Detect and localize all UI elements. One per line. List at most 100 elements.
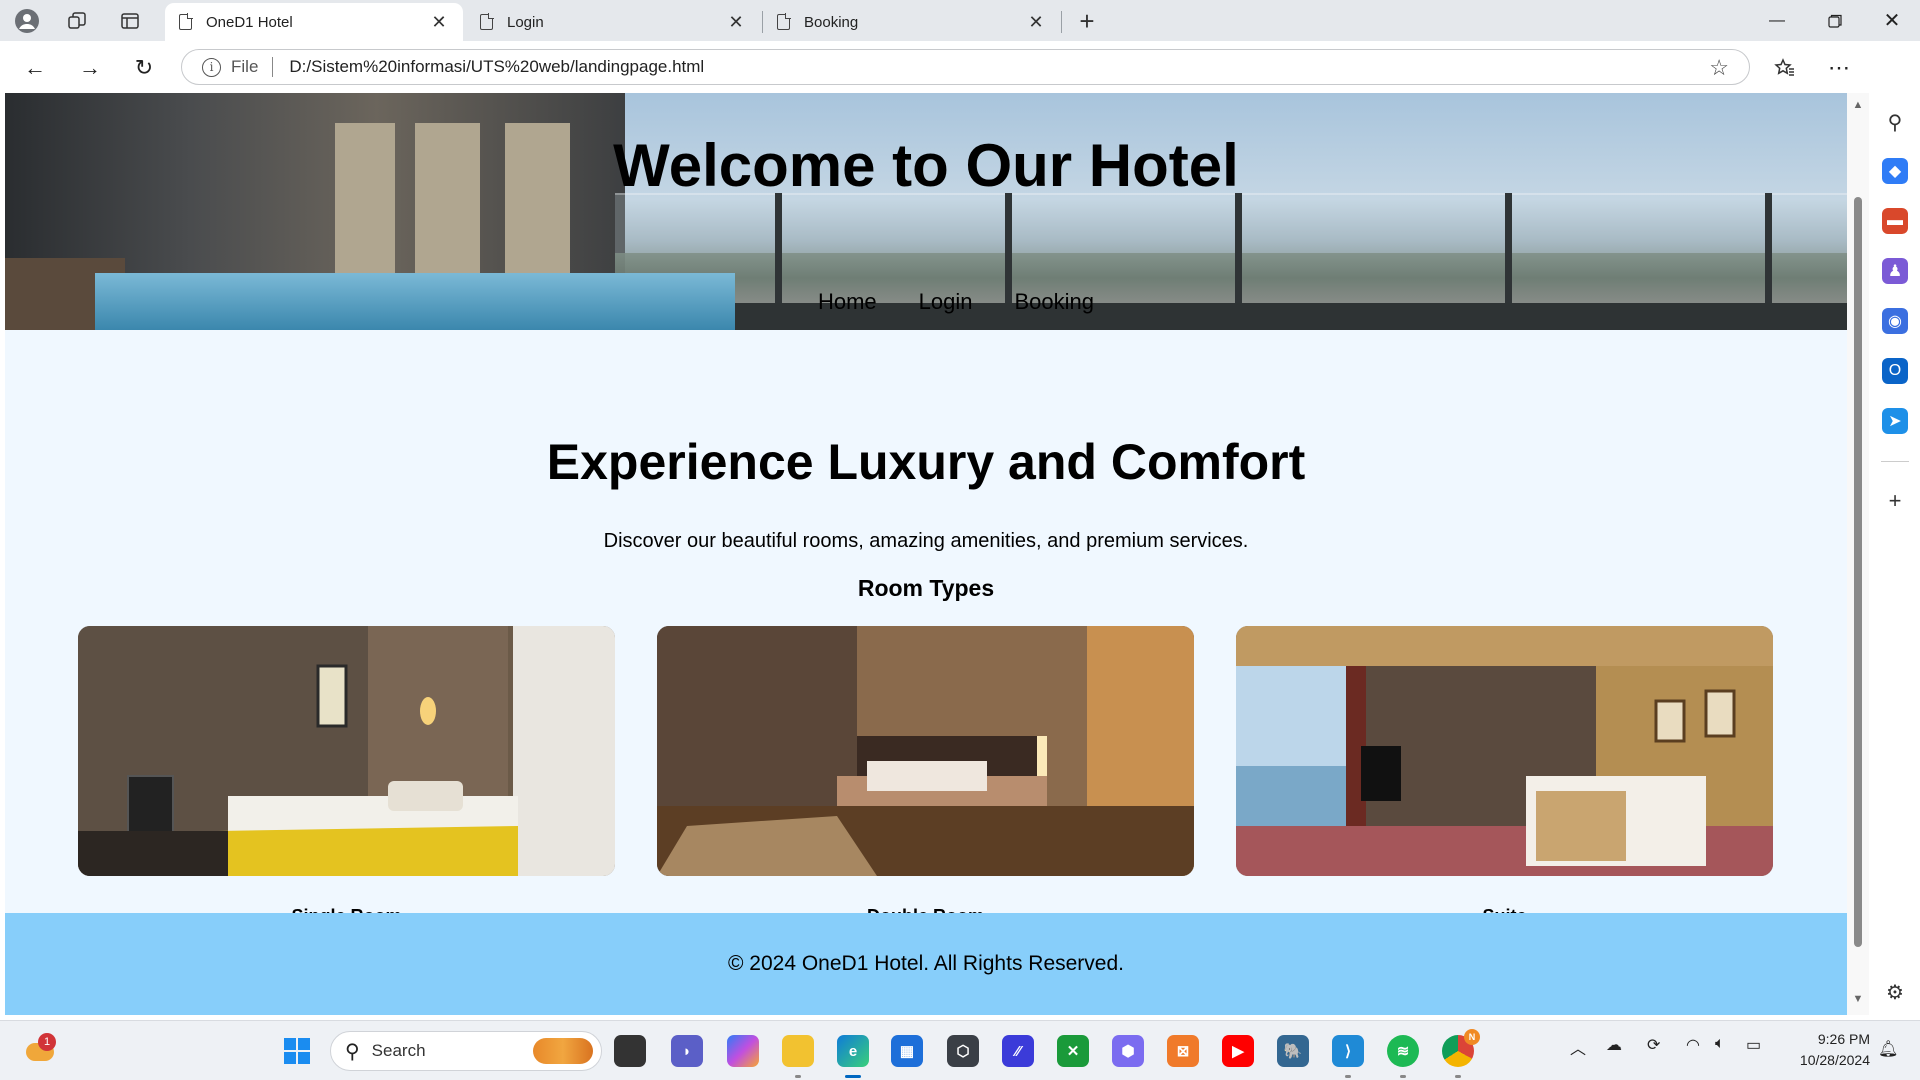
xbox-icon[interactable]: ✕ xyxy=(1057,1035,1089,1067)
tab-label: Login xyxy=(507,13,544,31)
page-icon xyxy=(777,13,791,30)
battery-icon[interactable]: ▭ xyxy=(1746,1035,1761,1055)
sync-icon[interactable]: ⟳ xyxy=(1647,1035,1660,1055)
search-icon: ⚲ xyxy=(345,1040,360,1063)
close-window-button[interactable]: ✕ xyxy=(1863,0,1920,41)
tab-divider xyxy=(1061,11,1062,33)
spotify-icon[interactable]: ≋ xyxy=(1387,1035,1419,1067)
back-button[interactable]: ← xyxy=(18,51,52,85)
system-clock[interactable]: 9:26 PM 10/28/2024 xyxy=(1775,1029,1870,1071)
site-info-icon[interactable]: i xyxy=(202,57,221,77)
weather-widget-icon[interactable]: 1 xyxy=(22,1033,58,1069)
scroll-up-arrow-icon[interactable]: ▲ xyxy=(1852,99,1864,111)
windows-start-icon[interactable] xyxy=(281,1035,313,1067)
search-highlight-icon xyxy=(533,1038,593,1064)
room-types-heading: Room Types xyxy=(857,575,995,601)
add-icon[interactable]: + xyxy=(1882,488,1908,514)
hexagon-app-icon[interactable]: ⬢ xyxy=(1112,1035,1144,1067)
site-footer: © 2024 OneD1 Hotel. All Rights Reserved. xyxy=(5,913,1847,1015)
close-icon[interactable]: ✕ xyxy=(1026,12,1046,33)
more-options-icon[interactable]: ⋯ xyxy=(1822,51,1856,85)
youtube-icon[interactable]: ▶ xyxy=(1222,1035,1254,1067)
volume-icon[interactable]: 🔈︎ xyxy=(1715,1035,1725,1053)
footer-copyright: © 2024 OneD1 Hotel. All Rights Reserved. xyxy=(727,952,1124,975)
chrome-icon[interactable]: N xyxy=(1442,1029,1480,1067)
new-tab-button[interactable]: + xyxy=(1072,6,1102,36)
tab-oned1-hotel[interactable]: OneD1 Hotel ✕ xyxy=(165,3,463,41)
browser-tab-strip: OneD1 Hotel ✕ Login ✕ Booking ✕ + — ✕ xyxy=(0,0,1920,41)
address-bar[interactable]: i File D:/Sistem%20informasi/UTS%20web/l… xyxy=(181,49,1750,85)
edge-sidebar: ⚲ ◆ ▬ ♟ ◉ O ➤ + ⚙ xyxy=(1869,41,1920,1015)
search-placeholder: Search xyxy=(371,1041,426,1060)
refresh-button[interactable]: ↻ xyxy=(127,51,161,85)
minimize-button[interactable]: — xyxy=(1748,0,1806,41)
nav-link-login[interactable]: Login xyxy=(919,289,973,315)
taskbar-search-box[interactable]: ⚲ Search xyxy=(330,1031,602,1071)
clock-time: 9:26 PM xyxy=(1817,1031,1870,1047)
weather-badge: 1 xyxy=(38,1033,56,1051)
address-divider xyxy=(272,57,274,77)
profile-icon[interactable] xyxy=(12,6,42,36)
nav-link-booking[interactable]: Booking xyxy=(1015,289,1095,315)
postgresql-icon[interactable]: 🐘 xyxy=(1277,1035,1309,1067)
scheme-label: File xyxy=(231,57,259,76)
microsoft-store-icon[interactable]: ▦ xyxy=(891,1035,923,1067)
page-scrollbar[interactable]: ▲ ▼ xyxy=(1847,93,1869,1015)
show-hidden-icons-chevron-icon[interactable]: ︿ xyxy=(1570,1035,1586,1059)
settings-gear-icon[interactable]: ⚙ xyxy=(1882,979,1908,1005)
xampp-icon[interactable]: ⊠ xyxy=(1167,1035,1199,1067)
running-indicator xyxy=(1400,1075,1406,1078)
copilot-app-icon[interactable] xyxy=(727,1035,759,1067)
games-icon[interactable]: ♟ xyxy=(1882,258,1908,284)
url-text[interactable]: D:/Sistem%20informasi/UTS%20web/landingp… xyxy=(289,57,704,77)
task-view-icon[interactable] xyxy=(614,1035,646,1067)
shopping-tag-icon[interactable]: ◆ xyxy=(1882,158,1908,184)
scroll-down-arrow-icon[interactable]: ▼ xyxy=(1852,993,1864,1005)
favorites-icon[interactable] xyxy=(1768,51,1802,85)
nav-link-home[interactable]: Home xyxy=(818,289,877,315)
tab-label: OneD1 Hotel xyxy=(206,13,293,31)
vertical-tabs-icon[interactable] xyxy=(115,6,145,36)
running-indicator xyxy=(1345,1075,1351,1078)
workspaces-icon[interactable] xyxy=(62,6,92,36)
file-explorer-icon[interactable] xyxy=(782,1035,814,1067)
running-indicator xyxy=(1455,1075,1461,1078)
close-icon[interactable]: ✕ xyxy=(429,12,449,33)
vscode-icon[interactable]: ⟩ xyxy=(1332,1035,1364,1067)
cube-app-icon[interactable]: ⬡ xyxy=(947,1035,979,1067)
chrome-badge: N xyxy=(1464,1029,1480,1045)
notification-bell-icon[interactable]: 🔔︎ xyxy=(1878,1039,1898,1059)
active-indicator xyxy=(845,1075,861,1078)
copilot-sidebar-icon[interactable]: ◉ xyxy=(1882,308,1908,334)
page-icon xyxy=(480,13,494,30)
room-image-suite xyxy=(1236,626,1773,876)
running-indicator xyxy=(795,1075,801,1078)
restore-button[interactable] xyxy=(1806,0,1864,41)
section-subtitle: Discover our beautiful rooms, amazing am… xyxy=(603,530,1249,552)
edge-browser-icon[interactable]: e xyxy=(837,1035,869,1067)
page-icon xyxy=(179,13,193,30)
page-viewport: Welcome to Our Hotel Home Login Booking … xyxy=(5,93,1847,1015)
send-icon[interactable]: ➤ xyxy=(1882,408,1908,434)
visual-studio-code-alt-icon[interactable]: ⁄⁄ xyxy=(1002,1035,1034,1067)
tab-booking[interactable]: Booking ✕ xyxy=(763,3,1060,41)
favorite-star-icon[interactable]: ☆ xyxy=(1709,55,1729,81)
section-title: Experience Luxury and Comfort xyxy=(546,434,1306,490)
tools-briefcase-icon[interactable]: ▬ xyxy=(1882,208,1908,234)
hero-banner: Welcome to Our Hotel Home Login Booking xyxy=(5,93,1847,330)
room-image-double xyxy=(657,626,1194,876)
wifi-icon[interactable]: ◠ xyxy=(1686,1035,1700,1055)
clock-date: 10/28/2024 xyxy=(1799,1052,1870,1068)
onedrive-cloud-icon[interactable]: ☁ xyxy=(1606,1035,1622,1055)
scroll-thumb[interactable] xyxy=(1854,197,1862,947)
tab-label: Booking xyxy=(804,13,859,31)
search-icon[interactable]: ⚲ xyxy=(1882,109,1908,135)
outlook-icon[interactable]: O xyxy=(1882,358,1908,384)
meet-chat-icon[interactable]: ◗ xyxy=(671,1035,703,1067)
room-image-single xyxy=(78,626,615,876)
forward-button[interactable]: → xyxy=(73,51,107,85)
tab-login[interactable]: Login ✕ xyxy=(466,3,760,41)
close-icon[interactable]: ✕ xyxy=(726,12,746,33)
browser-toolbar: ← → ↻ i File D:/Sistem%20informasi/UTS%2… xyxy=(0,41,1920,93)
hero-title: Welcome to Our Hotel xyxy=(613,132,1239,199)
